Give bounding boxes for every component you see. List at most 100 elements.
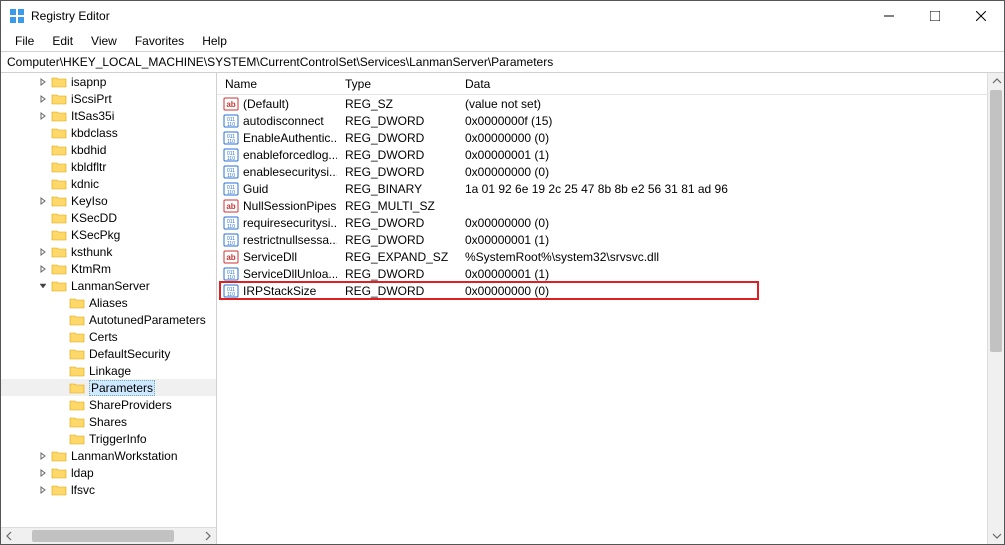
scroll-track[interactable]: [18, 528, 199, 544]
tree-item[interactable]: ksthunk: [1, 243, 216, 260]
tree-item[interactable]: ldap: [1, 464, 216, 481]
tree-body[interactable]: isapnpiScsiPrtItSas35ikbdclasskbdhidkbld…: [1, 73, 216, 527]
scroll-down-icon[interactable]: [988, 527, 1004, 544]
value-row[interactable]: IRPStackSizeREG_DWORD0x00000000 (0): [217, 282, 987, 299]
scroll-thumb[interactable]: [990, 90, 1002, 352]
menu-file[interactable]: File: [7, 32, 42, 50]
chevron-right-icon[interactable]: [37, 246, 49, 258]
value-row[interactable]: autodisconnectREG_DWORD0x0000000f (15): [217, 112, 987, 129]
binary-value-icon: [223, 130, 239, 146]
tree-item[interactable]: Shares: [1, 413, 216, 430]
address-bar[interactable]: Computer\HKEY_LOCAL_MACHINE\SYSTEM\Curre…: [1, 51, 1004, 73]
value-name: requiresecuritysi...: [243, 216, 337, 230]
value-type: REG_SZ: [337, 97, 457, 111]
tree-item[interactable]: Parameters: [1, 379, 216, 396]
minimize-button[interactable]: [866, 1, 912, 31]
twisty-spacer: [37, 178, 49, 190]
value-row[interactable]: requiresecuritysi...REG_DWORD0x00000000 …: [217, 214, 987, 231]
chevron-down-icon[interactable]: [37, 280, 49, 292]
chevron-right-icon[interactable]: [37, 450, 49, 462]
twisty-spacer: [55, 331, 67, 343]
folder-icon: [51, 279, 67, 292]
tree-item[interactable]: KtmRm: [1, 260, 216, 277]
menu-edit[interactable]: Edit: [44, 32, 81, 50]
tree-item-label: KtmRm: [71, 262, 111, 276]
scroll-track[interactable]: [988, 90, 1004, 527]
tree-item[interactable]: isapnp: [1, 73, 216, 90]
scroll-up-icon[interactable]: [988, 73, 1004, 90]
twisty-spacer: [37, 212, 49, 224]
value-type: REG_BINARY: [337, 182, 457, 196]
tree-item[interactable]: kbdhid: [1, 141, 216, 158]
value-row[interactable]: enablesecuritysi...REG_DWORD0x00000000 (…: [217, 163, 987, 180]
tree-item[interactable]: DefaultSecurity: [1, 345, 216, 362]
value-row[interactable]: enableforcedlog...REG_DWORD0x00000001 (1…: [217, 146, 987, 163]
value-row[interactable]: GuidREG_BINARY1a 01 92 6e 19 2c 25 47 8b…: [217, 180, 987, 197]
tree-item[interactable]: LanmanServer: [1, 277, 216, 294]
chevron-right-icon[interactable]: [37, 467, 49, 479]
twisty-spacer: [55, 416, 67, 428]
value-row[interactable]: EnableAuthentic...REG_DWORD0x00000000 (0…: [217, 129, 987, 146]
tree-item[interactable]: KeyIso: [1, 192, 216, 209]
tree-item[interactable]: lfsvc: [1, 481, 216, 498]
menu-help[interactable]: Help: [194, 32, 235, 50]
chevron-right-icon[interactable]: [37, 195, 49, 207]
value-row[interactable]: NullSessionPipesREG_MULTI_SZ: [217, 197, 987, 214]
value-type: REG_DWORD: [337, 216, 457, 230]
value-row[interactable]: ServiceDllREG_EXPAND_SZ%SystemRoot%\syst…: [217, 248, 987, 265]
tree-item[interactable]: KSecPkg: [1, 226, 216, 243]
tree-item-label: lfsvc: [71, 483, 95, 497]
value-row[interactable]: ServiceDllUnloa...REG_DWORD0x00000001 (1…: [217, 265, 987, 282]
string-value-icon: [223, 249, 239, 265]
list-body[interactable]: (Default)REG_SZ(value not set)autodiscon…: [217, 95, 987, 299]
tree-item[interactable]: kbldfltr: [1, 158, 216, 175]
chevron-right-icon[interactable]: [37, 93, 49, 105]
value-data: (value not set): [457, 97, 987, 111]
folder-icon: [51, 109, 67, 122]
chevron-right-icon[interactable]: [37, 484, 49, 496]
tree-item[interactable]: TriggerInfo: [1, 430, 216, 447]
tree-item[interactable]: Aliases: [1, 294, 216, 311]
twisty-spacer: [55, 399, 67, 411]
value-data: 0x00000000 (0): [457, 216, 987, 230]
menu-favorites[interactable]: Favorites: [127, 32, 192, 50]
tree-item[interactable]: ShareProviders: [1, 396, 216, 413]
tree-item[interactable]: kdnic: [1, 175, 216, 192]
tree-item[interactable]: iScsiPrt: [1, 90, 216, 107]
binary-value-icon: [223, 215, 239, 231]
scroll-right-icon[interactable]: [199, 528, 216, 545]
value-name: NullSessionPipes: [243, 199, 336, 213]
tree-item[interactable]: Certs: [1, 328, 216, 345]
tree-item[interactable]: LanmanWorkstation: [1, 447, 216, 464]
chevron-right-icon[interactable]: [37, 110, 49, 122]
folder-icon: [51, 211, 67, 224]
binary-value-icon: [223, 232, 239, 248]
tree-item-label: Aliases: [89, 296, 128, 310]
column-header-type[interactable]: Type: [337, 77, 457, 91]
folder-icon: [51, 126, 67, 139]
scroll-left-icon[interactable]: [1, 528, 18, 545]
value-data: 0x00000000 (0): [457, 284, 987, 298]
scroll-thumb[interactable]: [32, 530, 173, 542]
tree-item[interactable]: AutotunedParameters: [1, 311, 216, 328]
tree-item-label: Shares: [89, 415, 127, 429]
maximize-button[interactable]: [912, 1, 958, 31]
value-type: REG_DWORD: [337, 165, 457, 179]
column-header-data[interactable]: Data: [457, 77, 987, 91]
value-type: REG_MULTI_SZ: [337, 199, 457, 213]
tree-pane: isapnpiScsiPrtItSas35ikbdclasskbdhidkbld…: [1, 73, 217, 544]
chevron-right-icon[interactable]: [37, 263, 49, 275]
close-button[interactable]: [958, 1, 1004, 31]
tree-h-scrollbar[interactable]: [1, 527, 216, 544]
tree-item[interactable]: KSecDD: [1, 209, 216, 226]
tree-item[interactable]: kbdclass: [1, 124, 216, 141]
column-header-name[interactable]: Name: [217, 77, 337, 91]
tree-item[interactable]: ItSas35i: [1, 107, 216, 124]
list-v-scrollbar[interactable]: [987, 73, 1004, 544]
value-row[interactable]: restrictnullsessa...REG_DWORD0x00000001 …: [217, 231, 987, 248]
menu-view[interactable]: View: [83, 32, 125, 50]
twisty-spacer: [55, 348, 67, 360]
tree-item[interactable]: Linkage: [1, 362, 216, 379]
value-row[interactable]: (Default)REG_SZ(value not set): [217, 95, 987, 112]
chevron-right-icon[interactable]: [37, 76, 49, 88]
